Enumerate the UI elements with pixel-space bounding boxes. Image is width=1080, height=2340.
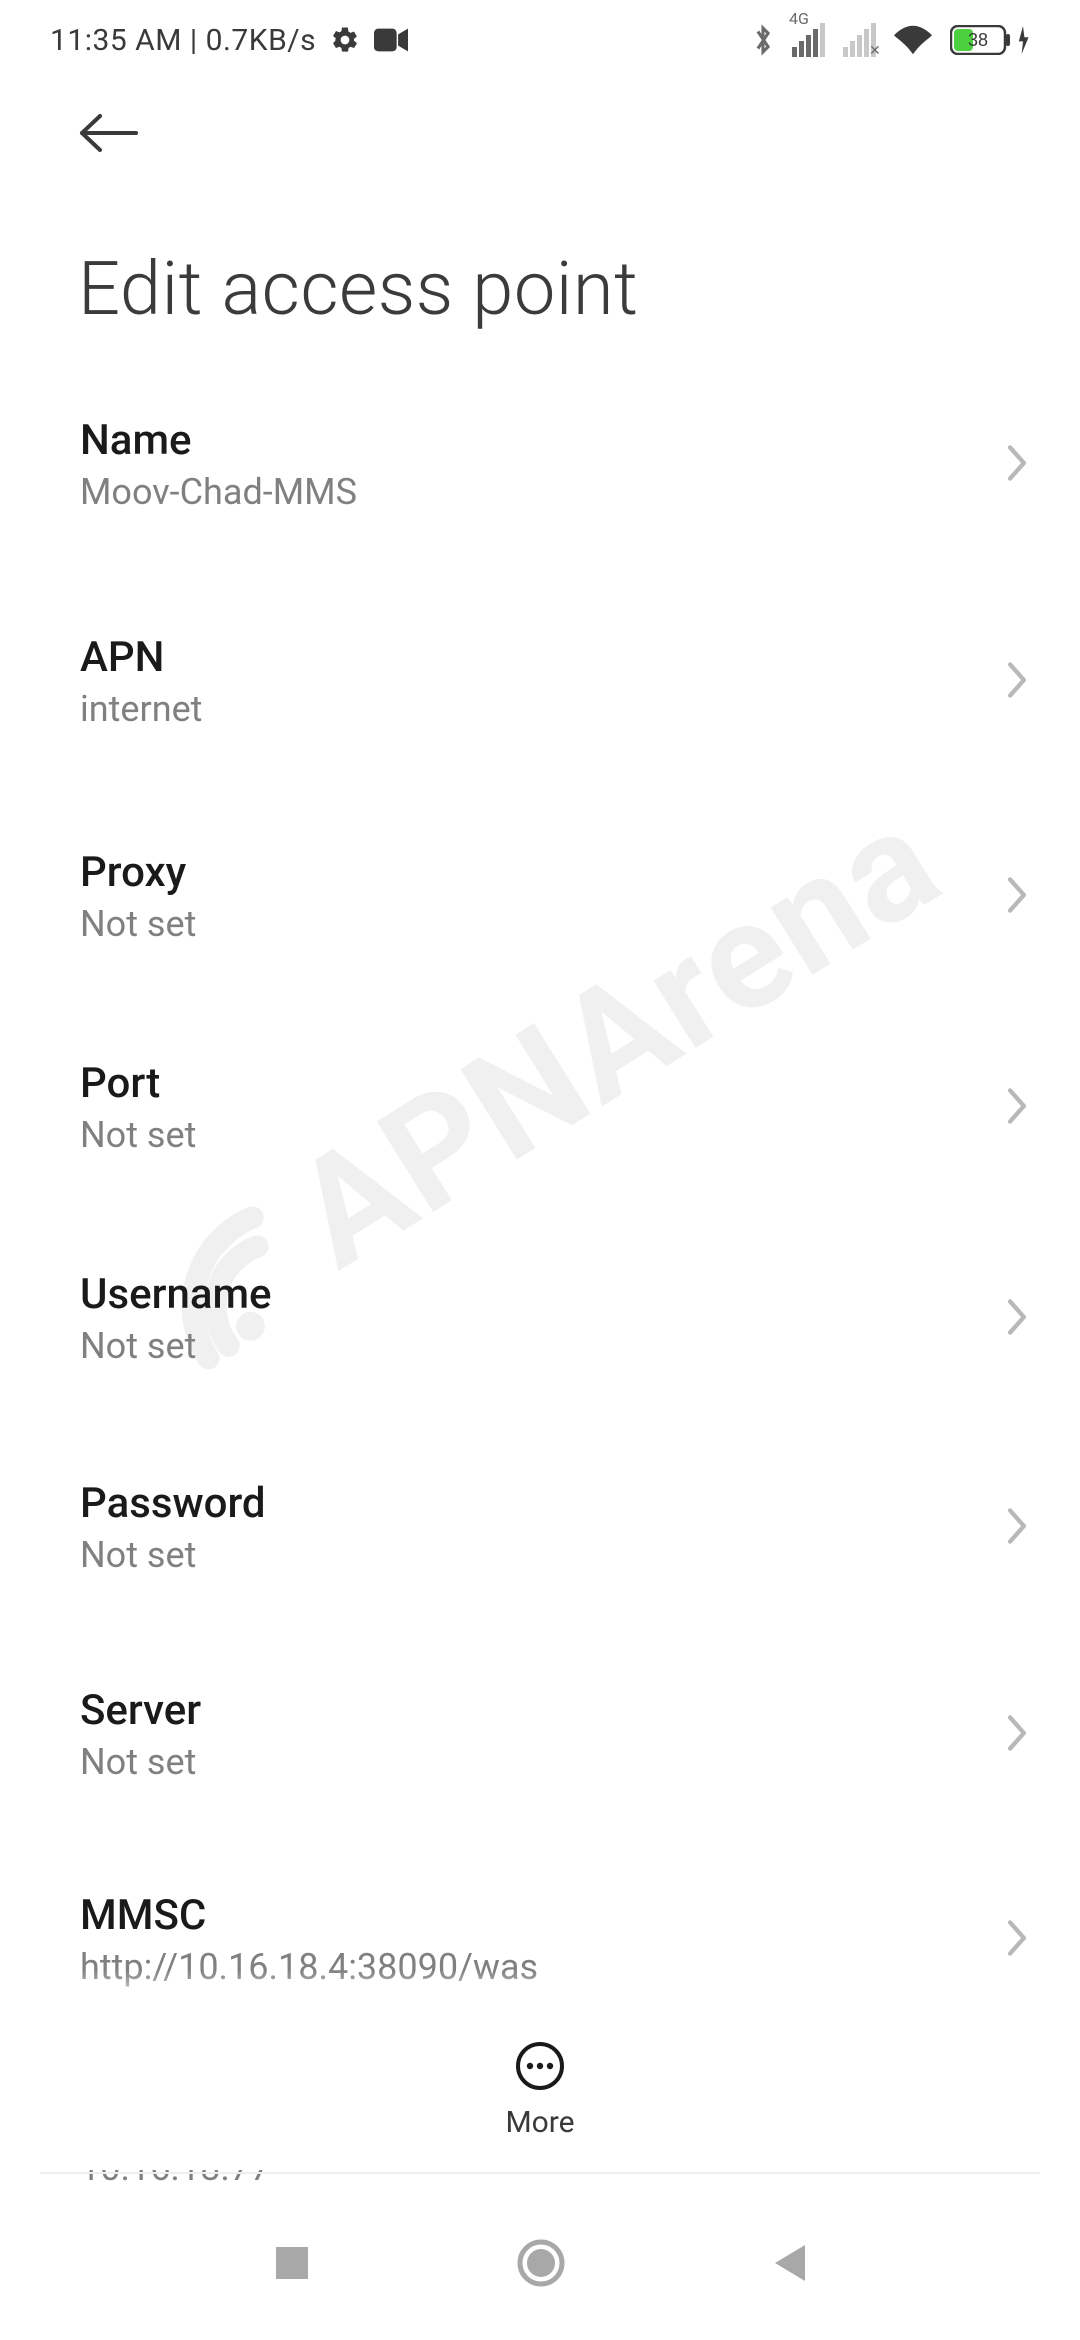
- setting-label: Port: [80, 1059, 196, 1108]
- battery-icon: 38: [950, 25, 1030, 55]
- page-title: Edit access point: [0, 190, 1080, 333]
- more-icon: [515, 2041, 565, 2095]
- status-time-text: 11:35 AM: [50, 23, 182, 58]
- video-icon: [374, 28, 408, 52]
- wifi-icon: [894, 25, 932, 55]
- status-right: 4G ✕ 38: [752, 23, 1030, 57]
- status-left: 11:35 AM | 0.7KB/s: [50, 23, 408, 58]
- setting-mmsc[interactable]: MMSC http://10.16.18.4:38090/was: [0, 1831, 1080, 2036]
- setting-name[interactable]: Name Moov-Chad-MMS: [0, 370, 1080, 561]
- setting-server[interactable]: Server Not set: [0, 1624, 1080, 1831]
- toolbar: [0, 80, 1080, 190]
- footer-divider: [40, 2172, 1040, 2174]
- setting-value: Not set: [80, 903, 196, 945]
- chevron-right-icon: [1006, 876, 1028, 918]
- setting-value: internet: [80, 688, 202, 730]
- setting-label: Username: [80, 1270, 272, 1319]
- status-net-speed: 0.7KB/s: [206, 23, 317, 58]
- nav-home-button[interactable]: [516, 2238, 566, 2292]
- signal-4g-icon: 4G: [792, 23, 825, 57]
- setting-value: Not set: [80, 1741, 201, 1783]
- more-button[interactable]: More: [0, 2010, 1080, 2170]
- chevron-right-icon: [1006, 1507, 1028, 1549]
- setting-username[interactable]: Username Not set: [0, 1204, 1080, 1415]
- setting-value: Not set: [80, 1325, 272, 1367]
- chevron-right-icon: [1006, 1919, 1028, 1961]
- setting-label: APN: [80, 633, 202, 682]
- navigation-bar: [0, 2190, 1080, 2340]
- nav-back-button[interactable]: [771, 2243, 807, 2287]
- setting-value: Moov-Chad-MMS: [80, 471, 357, 513]
- setting-label: Name: [80, 416, 357, 465]
- setting-label: Password: [80, 1479, 266, 1528]
- setting-apn[interactable]: APN internet: [0, 561, 1080, 778]
- status-bar: 11:35 AM | 0.7KB/s 4G ✕: [0, 0, 1080, 80]
- gear-icon: [330, 25, 360, 55]
- signal-2-icon: ✕: [843, 23, 876, 57]
- svg-text:38: 38: [968, 30, 988, 50]
- bluetooth-icon: [752, 23, 774, 57]
- setting-label: Server: [80, 1686, 201, 1735]
- chevron-right-icon: [1006, 1087, 1028, 1129]
- nav-recent-button[interactable]: [273, 2244, 311, 2286]
- setting-port[interactable]: Port Not set: [0, 993, 1080, 1204]
- setting-label: Proxy: [80, 848, 196, 897]
- chevron-right-icon: [1006, 1714, 1028, 1756]
- setting-value: Not set: [80, 1534, 266, 1576]
- setting-label: MMSC: [80, 1891, 538, 1940]
- setting-value: Not set: [80, 1114, 196, 1156]
- back-button[interactable]: [78, 112, 140, 158]
- more-label: More: [505, 2105, 574, 2140]
- setting-value: http://10.16.18.4:38090/was: [80, 1946, 538, 1988]
- chevron-right-icon: [1006, 1298, 1028, 1340]
- chevron-right-icon: [1006, 444, 1028, 486]
- setting-proxy[interactable]: Proxy Not set: [0, 778, 1080, 993]
- status-time: 11:35 AM | 0.7KB/s: [50, 23, 316, 58]
- signal-4g-label: 4G: [789, 9, 809, 28]
- setting-password[interactable]: Password Not set: [0, 1415, 1080, 1624]
- chevron-right-icon: [1006, 661, 1028, 703]
